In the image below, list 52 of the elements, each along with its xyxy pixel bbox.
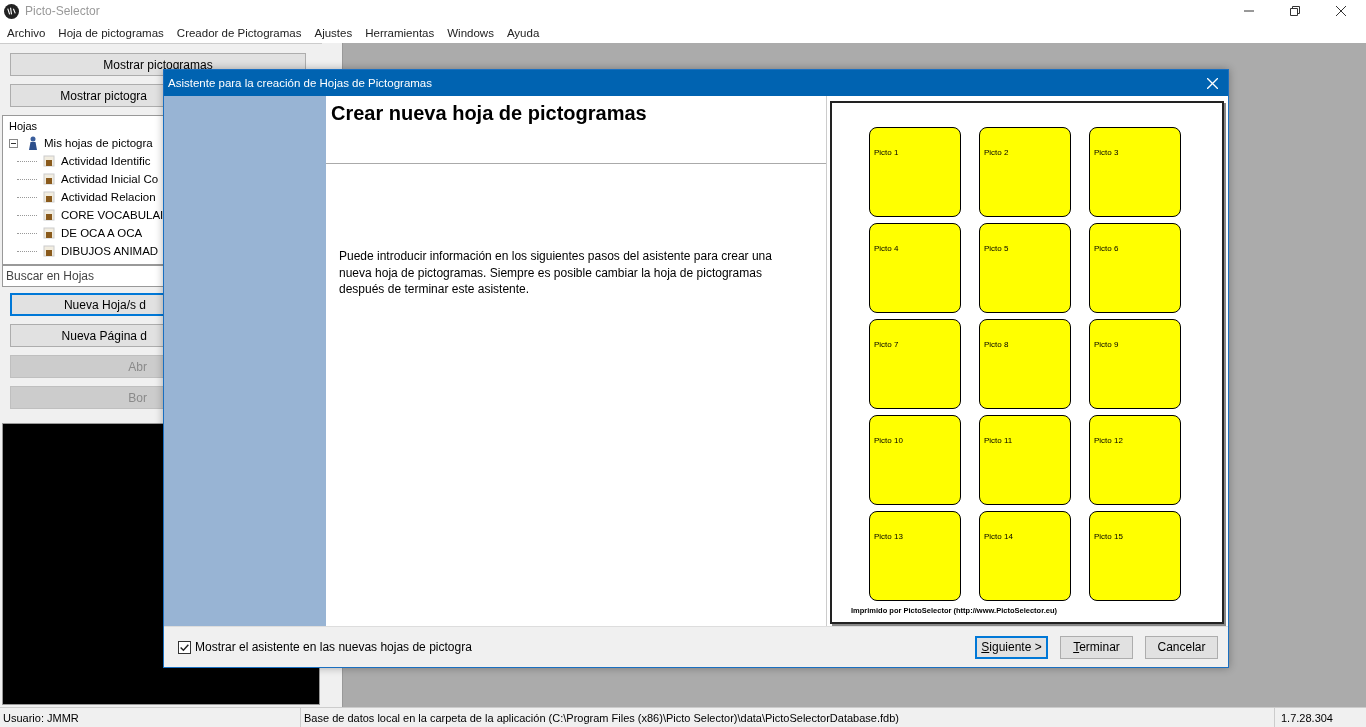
picto-card: Picto 8: [979, 319, 1071, 409]
tree-item[interactable]: CORE VOCABULAI: [61, 209, 164, 221]
picto-card: Picto 14: [979, 511, 1071, 601]
picto-card: Picto 10: [869, 415, 961, 505]
picto-card: Picto 13: [869, 511, 961, 601]
menu-item[interactable]: Hoja de pictogramas: [58, 26, 164, 39]
wizard-button[interactable]: Siguiente >: [975, 635, 1048, 659]
sheet-icon: [43, 227, 55, 239]
status-text: 1.7.28.304: [1280, 710, 1334, 726]
tree-item[interactable]: Actividad Identific: [61, 155, 151, 167]
sheet-icon: [43, 191, 55, 203]
tree-item[interactable]: Actividad Relacion: [61, 191, 156, 203]
restore-icon[interactable]: [1290, 6, 1300, 16]
window-title: Picto-Selector: [25, 4, 100, 18]
wizard-button[interactable]: Cancelar: [1145, 635, 1218, 659]
sheet-icon: [43, 209, 55, 221]
checkbox-label: Mostrar el asistente en las nuevas hojas de pictogra: [195, 640, 472, 654]
picto-card: Picto 6: [1089, 223, 1181, 313]
sheet-icon: [43, 245, 55, 257]
sheet-icon: [43, 155, 55, 167]
menu-item[interactable]: Herramientas: [365, 26, 435, 39]
picto-card: Picto 4: [869, 223, 961, 313]
user-icon: [28, 136, 38, 150]
app-logo-icon: [4, 3, 19, 19]
picto-card: Picto 7: [869, 319, 961, 409]
picto-card: Picto 2: [979, 127, 1071, 217]
tree-item[interactable]: Mis hojas de pictogra: [44, 137, 153, 149]
tree-item[interactable]: DE OCA A OCA: [61, 227, 143, 239]
menu-item[interactable]: Ayuda: [506, 26, 540, 39]
status-text: Usuario: JMMR: [0, 708, 301, 727]
picto-card: Picto 1: [869, 127, 961, 217]
status-text: Base de datos local en la carpeta de la aplicación (C:\Program Files (x86)\Picto Selector)\data\PictoSelectorDatabase.fdb): [301, 708, 1275, 727]
picto-card: Picto 15: [1089, 511, 1181, 601]
collapse-icon[interactable]: [9, 138, 18, 148]
picto-card: Picto 9: [1089, 319, 1181, 409]
menu-item[interactable]: Windows: [447, 26, 494, 39]
checkbox[interactable]: [178, 640, 191, 654]
sheet-icon: [43, 173, 55, 185]
tree-header: Hojas: [9, 120, 39, 134]
close-icon[interactable]: [1336, 6, 1346, 16]
picto-card: Picto 5: [979, 223, 1071, 313]
menu-item[interactable]: Ajustes: [314, 26, 353, 39]
wizard-heading: Crear nueva hoja de pictogramas: [330, 101, 648, 126]
picto-card: Picto 11: [979, 415, 1071, 505]
tree-item[interactable]: Actividad Inicial Co: [61, 173, 159, 185]
picto-card: Picto 3: [1089, 127, 1181, 217]
wizard-button[interactable]: Terminar: [1060, 635, 1133, 659]
menu-item[interactable]: Creador de Pictogramas: [176, 26, 302, 39]
tree-item[interactable]: DIBUJOS ANIMAD: [61, 245, 159, 257]
picto-card: Picto 12: [1089, 415, 1181, 505]
menu-item[interactable]: Archivo: [7, 26, 46, 39]
wizard-description: Puede introducir información en los siguientes pasos del asistente para crear una nueva hoja de pictogramas. Siempre es posible cambiar la hoja de pictogramas después de terminar este asistente.: [339, 248, 773, 298]
